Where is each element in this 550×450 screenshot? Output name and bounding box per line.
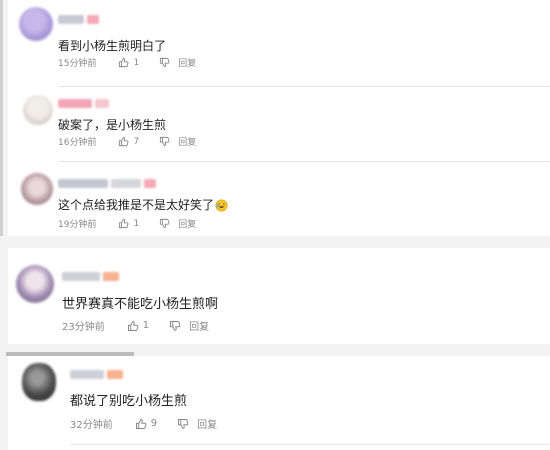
- dislike-button[interactable]: [159, 218, 170, 229]
- comment-text: 破案了，是小杨生煎: [58, 118, 167, 132]
- dislike-button[interactable]: [177, 418, 189, 430]
- comment-text: 这个点给我推是不是太好笑了: [58, 196, 228, 213]
- like-button[interactable]: 9: [135, 418, 157, 430]
- reply-button[interactable]: 回复: [189, 318, 209, 333]
- thumb-up-icon: [135, 418, 147, 430]
- comment-meta: 32分钟前 9 回复: [70, 416, 217, 431]
- reply-button[interactable]: 回复: [197, 416, 217, 431]
- comment-time: 19分钟前: [58, 220, 97, 230]
- comment-text: 看到小杨生煎明白了: [58, 39, 167, 53]
- thumb-up-icon: [118, 136, 129, 147]
- scroll-indicator-bar: [6, 352, 134, 356]
- dislike-button[interactable]: [159, 136, 170, 147]
- comment-time: 32分钟前: [70, 420, 113, 431]
- comment-time: 23分钟前: [62, 322, 105, 333]
- username-blurred[interactable]: [58, 15, 99, 24]
- comment-meta: 16分钟前 7 回复: [58, 135, 196, 149]
- thumb-up-icon: [127, 320, 139, 332]
- comment-text: 都说了别吃小杨生煎: [70, 394, 188, 409]
- comment-time: 16分钟前: [58, 138, 97, 148]
- dislike-button[interactable]: [169, 320, 181, 332]
- comment-meta: 19分钟前 1 回复: [58, 217, 196, 231]
- like-count: 9: [150, 418, 158, 429]
- comment-time: 15分钟前: [58, 59, 97, 69]
- like-count: 1: [133, 57, 140, 68]
- like-button[interactable]: 1: [118, 57, 139, 68]
- username-blurred[interactable]: [58, 99, 109, 108]
- avatar[interactable]: [16, 265, 54, 303]
- like-count: 7: [133, 136, 140, 147]
- avatar[interactable]: [21, 173, 53, 205]
- username-blurred[interactable]: [58, 179, 156, 188]
- comment-meta: 15分钟前 1 回复: [58, 56, 196, 70]
- thumb-down-icon: [159, 218, 170, 229]
- avatar[interactable]: [19, 7, 53, 41]
- avatar[interactable]: [22, 363, 56, 401]
- like-button[interactable]: 1: [127, 320, 149, 332]
- username-blurred[interactable]: [70, 370, 123, 379]
- divider: [70, 444, 550, 445]
- thumb-down-icon: [169, 320, 181, 332]
- avatar[interactable]: [23, 95, 53, 125]
- like-count: 1: [133, 218, 140, 229]
- reply-button[interactable]: 回复: [178, 217, 196, 230]
- thumb-down-icon: [159, 57, 170, 68]
- like-button[interactable]: 1: [118, 218, 139, 229]
- thumb-down-icon: [177, 418, 189, 430]
- like-count: 1: [142, 320, 150, 331]
- laughing-crying-emoji-icon: [215, 199, 228, 212]
- reply-button[interactable]: 回复: [178, 56, 196, 69]
- divider: [58, 161, 550, 162]
- comment-text-content: 这个点给我推是不是太好笑了: [58, 198, 215, 212]
- username-blurred[interactable]: [62, 272, 119, 281]
- like-button[interactable]: 7: [118, 136, 139, 147]
- thumb-up-icon: [118, 218, 129, 229]
- reply-button[interactable]: 回复: [178, 135, 196, 148]
- thread-indicator-bar: [0, 0, 3, 236]
- divider: [58, 86, 550, 87]
- dislike-button[interactable]: [159, 57, 170, 68]
- comment-meta: 23分钟前 1 回复: [62, 318, 209, 333]
- comment-text: 世界赛真不能吃小杨生煎啊: [62, 297, 219, 312]
- thumb-down-icon: [159, 136, 170, 147]
- thumb-up-icon: [118, 57, 129, 68]
